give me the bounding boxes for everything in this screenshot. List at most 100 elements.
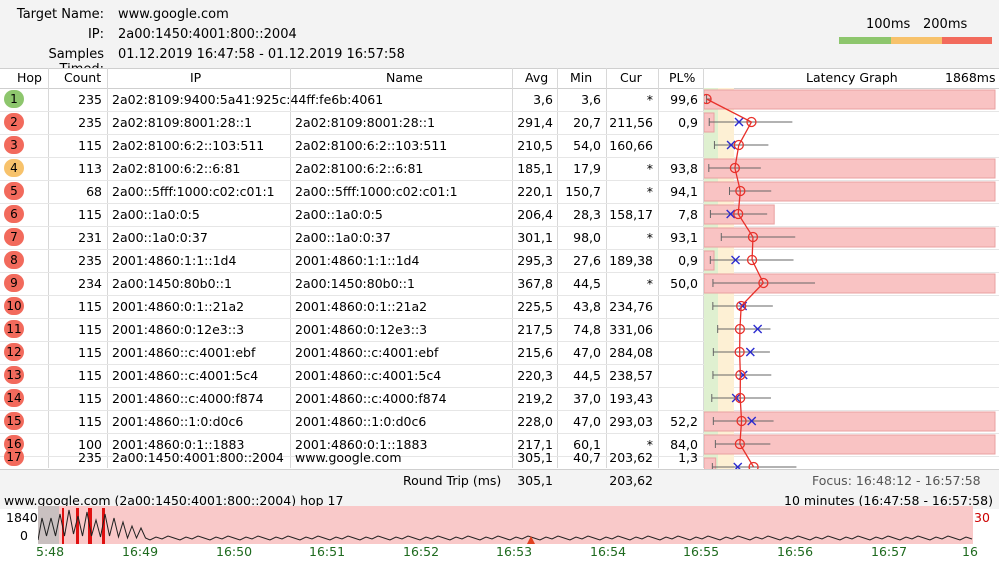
name-cell: 2a02:8100:6:2::6:81 (295, 161, 424, 176)
timeline-tick-label: 16:52 (403, 544, 440, 559)
hop-badge: 13 (4, 366, 24, 384)
count-cell: 235 (78, 92, 102, 107)
col-ip[interactable]: IP (190, 70, 201, 85)
ip-cell: 2a00::5fff:1000:c02:c01:1 (112, 184, 275, 199)
count-cell: 113 (78, 161, 102, 176)
name-cell: 2a00::1a0:0:37 (295, 230, 391, 245)
count-cell: 115 (78, 414, 102, 429)
pl-cell: 99,6 (670, 92, 698, 107)
hop-badge: 15 (4, 412, 24, 430)
packet-loss-bar (704, 89, 996, 110)
ip-cell: 2a00:1450:4001:800::2004 (112, 450, 284, 465)
scale-green-bar (839, 37, 891, 44)
avg-cell: 225,5 (517, 299, 553, 314)
hop-badge: 3 (4, 136, 24, 154)
name-cell: www.google.com (295, 450, 402, 465)
ip-cell: 2a00:1450:80b0::1 (112, 276, 232, 291)
timeline-tick-label: 16:54 (590, 544, 627, 559)
pl-cell: 7,8 (678, 207, 698, 222)
avg-cell: 217,5 (517, 322, 553, 337)
scale-100-label: 100ms (866, 17, 911, 32)
ip-cell: 2001:4860::c:4001:5c4 (112, 368, 259, 383)
ip-cell: 2a02:8100:6:2::103:511 (112, 138, 265, 153)
round-trip-label: Round Trip (ms) (403, 473, 502, 488)
count-cell: 115 (78, 138, 102, 153)
cur-cell: * (646, 276, 653, 291)
hop-badge: 7 (4, 228, 24, 246)
focus-range: Focus: 16:48:12 - 16:57:58 (812, 473, 981, 488)
timeline-tick-label: 16:53 (496, 544, 533, 559)
min-cell: 3,6 (581, 92, 601, 107)
timeline-tick-label: 16:55 (683, 544, 720, 559)
pl-cell: 0,9 (678, 115, 698, 130)
avg-cell: 206,4 (517, 207, 553, 222)
min-cell: 44,5 (573, 276, 601, 291)
hop-row[interactable]: 17 235 2a00:1450:4001:800::2004 www.goog… (0, 446, 999, 469)
col-latency-graph[interactable]: Latency Graph (806, 70, 898, 85)
col-avg[interactable]: Avg (525, 70, 548, 85)
cur-cell: 160,66 (609, 138, 653, 153)
avg-cell: 305,1 (517, 450, 553, 465)
avg-cell: 301,1 (517, 230, 553, 245)
avg-cell: 220,1 (517, 184, 553, 199)
count-cell: 235 (78, 450, 102, 465)
count-cell: 115 (78, 368, 102, 383)
ip-label: IP: (87, 27, 104, 42)
cur-cell: 284,08 (609, 345, 653, 360)
ip-value: 2a00:1450:4001:800::2004 (118, 27, 297, 42)
name-cell: 2a00:1450:80b0::1 (295, 276, 415, 291)
col-hop[interactable]: Hop (17, 70, 42, 85)
min-cell: 37,0 (573, 391, 601, 406)
col-cur[interactable]: Cur (620, 70, 642, 85)
count-cell: 234 (78, 276, 102, 291)
cur-cell: * (646, 92, 653, 107)
avg-cell: 291,4 (517, 115, 553, 130)
col-count[interactable]: Count (64, 70, 101, 85)
ip-cell: 2001:4860::c:4001:ebf (112, 345, 256, 360)
ip-cell: 2001:4860::c:4000:f874 (112, 391, 264, 406)
samples-value: 01.12.2019 16:47:58 - 01.12.2019 16:57:5… (118, 47, 405, 62)
min-cell: 150,7 (565, 184, 601, 199)
count-cell: 115 (78, 391, 102, 406)
timeline-tick-label: 16:57 (871, 544, 908, 559)
target-name-value: www.google.com (118, 7, 229, 22)
timeline-right-value: 30 (974, 510, 990, 525)
min-cell: 43,8 (573, 299, 601, 314)
min-cell: 27,6 (573, 253, 601, 268)
scale-yellow-bar (891, 37, 942, 44)
avg-cell: 367,8 (517, 276, 553, 291)
name-cell: 2001:4860:1:1::1d4 (295, 253, 420, 268)
ip-cell: 2a02:8100:6:2::6:81 (112, 161, 241, 176)
count-cell: 235 (78, 253, 102, 268)
target-info-header: Target Name: www.google.com IP: 2a00:145… (0, 0, 999, 77)
pl-cell: 94,1 (670, 184, 698, 199)
pl-cell: 93,1 (670, 230, 698, 245)
timeline-chart[interactable] (38, 506, 973, 544)
name-cell: 2a02:8109:8001:28::1 (295, 115, 436, 130)
timeline-axis: 5:48 16:49 16:50 16:51 16:52 16:53 16:54 16:55 1… (0, 543, 999, 562)
hop-badge: 11 (4, 320, 24, 338)
count-cell: 115 (78, 322, 102, 337)
column-header-row: Hop Count IP Name Avg Min Cur PL% Latenc… (0, 68, 999, 89)
col-min[interactable]: Min (570, 70, 592, 85)
hop-badge: 10 (4, 297, 24, 315)
min-cell: 17,9 (573, 161, 601, 176)
pl-cell: 50,0 (670, 276, 698, 291)
avg-cell: 228,0 (517, 414, 553, 429)
hop-badge: 5 (4, 182, 24, 200)
count-cell: 235 (78, 115, 102, 130)
count-cell: 115 (78, 345, 102, 360)
col-pl[interactable]: PL% (669, 70, 695, 85)
ip-cell: 2a00::1a0:0:5 (112, 207, 200, 222)
cur-cell: 211,56 (609, 115, 653, 130)
timeline-tick-label: 16:51 (309, 544, 346, 559)
name-cell: 2001:4860:0:1::21a2 (295, 299, 428, 314)
avg-cell: 185,1 (517, 161, 553, 176)
col-name[interactable]: Name (386, 70, 423, 85)
name-cell: 2a00::5fff:1000:c02:c01:1 (295, 184, 458, 199)
hop-badge: 17 (4, 448, 24, 466)
ip-cell: 2a02:8109:9400:5a41:925c:44ff:fe6b:4061 (112, 92, 384, 107)
count-cell: 115 (78, 299, 102, 314)
avg-cell: 210,5 (517, 138, 553, 153)
ip-cell: 2001:4860:0:1::21a2 (112, 299, 245, 314)
